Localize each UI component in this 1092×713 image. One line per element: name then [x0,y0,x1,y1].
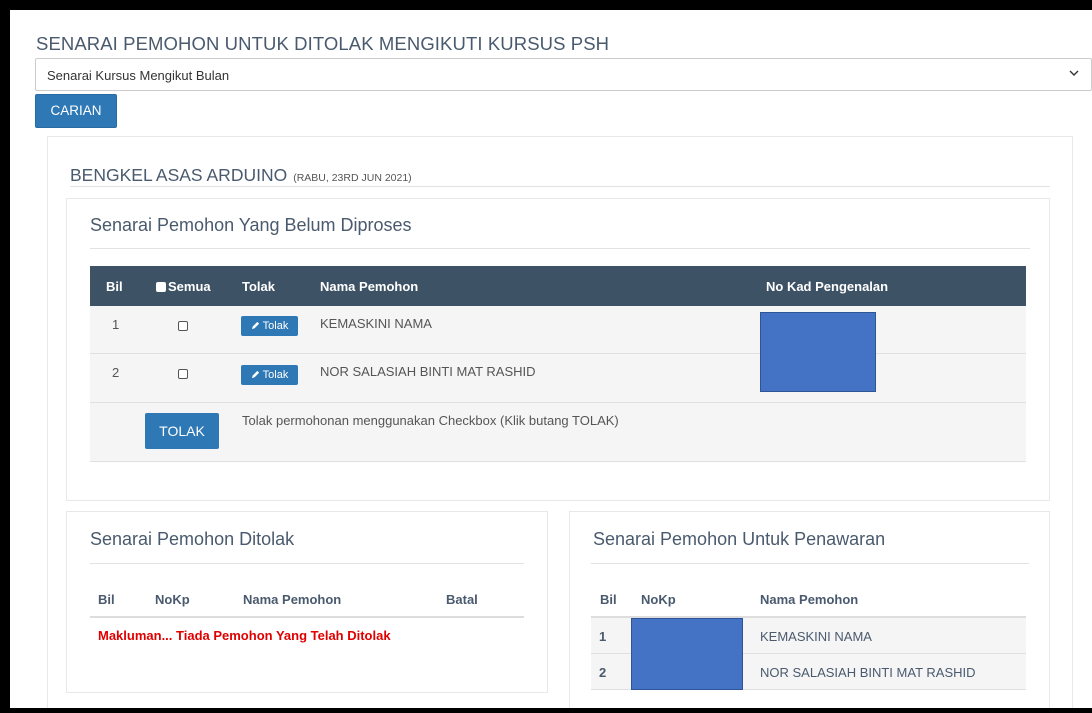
row-nama: NOR SALASIAH BINTI MAT RASHID [320,364,536,379]
select-all-checkbox[interactable] [156,282,166,292]
row-checkbox[interactable] [178,367,188,382]
tolak-button-label: Tolak [262,320,289,332]
pending-table-header: Bil Semua Tolak Nama Pemohon No Kad Peng… [90,266,1026,306]
chevron-down-icon [1069,70,1079,76]
row-nama: KEMASKINI NAMA [760,629,872,644]
row-bil: 2 [599,665,607,680]
row-bil: 1 [599,629,607,644]
pencil-icon [251,321,259,330]
rejected-title: Senarai Pemohon Ditolak [90,529,295,549]
tolak-button-label: Tolak [262,369,289,381]
bulk-tolak-button[interactable]: TOLAK [145,413,219,449]
col-bil: Bil [98,592,115,607]
bulk-action-row: Tolak permohonan menggunakan Checkbox (K… [90,403,1026,462]
offer-title: Senarai Pemohon Untuk Penawaran [593,529,886,549]
col-nokp: No Kad Pengenalan [766,279,889,294]
redacted-id-block [760,312,876,392]
pencil-icon [251,370,259,379]
col-tolak: Tolak [242,279,275,294]
tolak-button[interactable]: Tolak [241,316,298,336]
course-title: BENGKEL ASAS ARDUINO (RABU, 23RD JUN 2021… [70,165,412,186]
table-row: 1 Tolak KEMASKINI NAMA [90,306,1026,354]
redacted-nokp-block [631,618,743,690]
col-nokp: NoKp [641,592,676,607]
search-button[interactable]: CARIAN [35,94,117,128]
col-nokp: NoKp [155,592,190,607]
col-semua-label: Semua [168,279,211,294]
pending-title: Senarai Pemohon Yang Belum Diproses [90,215,412,235]
course-month-select[interactable]: Senarai Kursus Mengikut Bulan [35,58,1092,91]
page-title: SENARAI PEMOHON UNTUK DITOLAK MENGIKUTI … [36,33,610,54]
col-nama: Nama Pemohon [243,592,342,607]
row-checkbox[interactable] [178,319,188,334]
course-date: (RABU, 23RD JUN 2021) [293,172,412,184]
col-semua[interactable]: Semua [156,279,211,294]
row-bil: 2 [112,365,120,380]
pending-divider [90,248,1030,249]
empty-message: Makluman... Tiada Pemohon Yang Telah Dit… [98,628,391,643]
row-nama: KEMASKINI NAMA [320,316,432,331]
rejected-header-line [90,616,524,618]
bulk-help-text: Tolak permohonan menggunakan Checkbox (K… [242,413,619,428]
course-divider [70,186,1050,187]
col-batal: Batal [446,592,478,607]
rejected-divider [90,563,524,564]
row-bil: 1 [112,317,120,332]
col-nama: Nama Pemohon [320,279,419,294]
offer-divider [591,563,1029,564]
tolak-button[interactable]: Tolak [241,365,298,385]
page-frame: SENARAI PEMOHON UNTUK DITOLAK MENGIKUTI … [10,10,1092,708]
course-name: BENGKEL ASAS ARDUINO [70,165,288,185]
col-bil: Bil [106,279,123,294]
col-nama: Nama Pemohon [760,592,859,607]
table-row: 2 Tolak NOR SALASIAH BINTI MAT RASHID [90,354,1026,403]
select-value: Senarai Kursus Mengikut Bulan [47,68,230,83]
row-nama: NOR SALASIAH BINTI MAT RASHID [760,665,976,680]
col-bil: Bil [600,592,617,607]
